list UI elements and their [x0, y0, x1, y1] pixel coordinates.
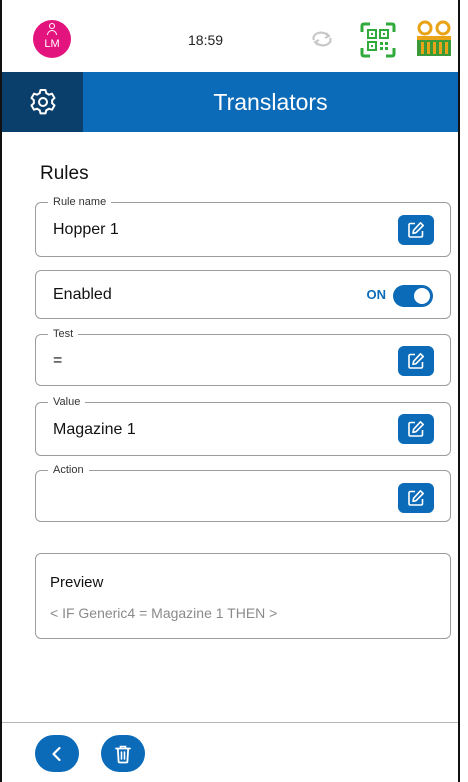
delete-button[interactable]: [101, 735, 145, 772]
clock: 18:59: [188, 32, 224, 48]
action-field: Action: [35, 463, 451, 522]
value-field: Value Magazine 1: [35, 395, 451, 456]
user-icon: [46, 22, 58, 37]
enabled-toggle[interactable]: [393, 285, 433, 307]
status-bar: LM 18:59: [2, 0, 458, 72]
preview-panel: Preview < IF Generic4 = Magazine 1 THEN …: [35, 553, 451, 639]
enabled-state-text: ON: [366, 287, 387, 302]
preview-title: Preview: [50, 574, 104, 591]
test-label: Test: [48, 327, 79, 341]
trash-icon: [115, 745, 131, 763]
edit-icon: [408, 490, 424, 506]
back-icon: [52, 746, 61, 761]
edit-icon: [408, 222, 424, 238]
user-avatar[interactable]: LM: [33, 20, 71, 58]
value-value: Magazine 1: [53, 421, 136, 438]
page-title: Translators: [213, 88, 328, 115]
rule-name-label: Rule name: [48, 195, 112, 209]
settings-button[interactable]: [2, 72, 83, 132]
avatar-initials: LM: [44, 37, 60, 50]
footer-divider: [2, 722, 458, 723]
screen-edge: [460, 0, 468, 782]
action-label: Action: [48, 463, 89, 477]
test-field: Test =: [35, 327, 451, 386]
gear-icon: [30, 89, 55, 115]
test-value: =: [53, 352, 63, 369]
back-button[interactable]: [35, 735, 79, 772]
preview-text: < IF Generic4 = Magazine 1 THEN >: [50, 605, 278, 621]
edit-icon: [408, 353, 424, 369]
edit-action-button[interactable]: [398, 483, 434, 513]
app-frame: LM 18:59 Translators Rules Rule name Hop…: [0, 0, 460, 782]
value-label: Value: [48, 395, 86, 409]
app-header: Translators: [2, 72, 458, 132]
edit-icon: [408, 421, 424, 437]
toggle-knob: [414, 288, 430, 304]
edge-device-icon[interactable]: [414, 20, 454, 58]
section-title: Rules: [40, 163, 89, 184]
qr-code-icon[interactable]: [360, 22, 396, 58]
edit-value-button[interactable]: [398, 414, 434, 444]
rule-name-field: Rule name Hopper 1: [35, 195, 451, 257]
sync-icon: [312, 31, 332, 47]
enabled-field: Enabled ON: [35, 270, 451, 319]
rule-name-value: Hopper 1: [53, 221, 119, 238]
enabled-label: Enabled: [53, 286, 112, 303]
edit-rule-name-button[interactable]: [398, 215, 434, 245]
edit-test-button[interactable]: [398, 346, 434, 376]
